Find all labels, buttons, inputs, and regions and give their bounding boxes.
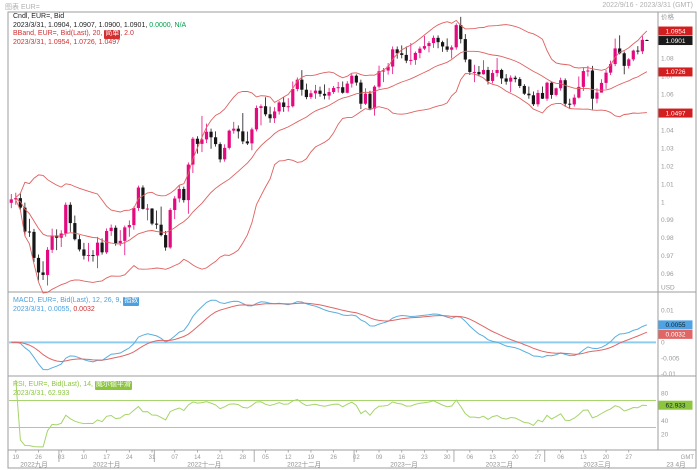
macd-panel-legend: MACD, EUR=, Bid(Last), 12, 26, 9, 指数 202… xyxy=(13,297,140,314)
svg-text:1: 1 xyxy=(661,199,665,206)
svg-text:26: 26 xyxy=(330,455,337,461)
bband-legend-values: 2023/3/31, 1.0954, 1.0726, 1.0497 xyxy=(13,38,121,46)
svg-text:05: 05 xyxy=(262,455,269,461)
svg-text:-0.005: -0.005 xyxy=(661,355,680,362)
svg-text:12: 12 xyxy=(285,455,292,461)
date-axis: 19 26 03 10 17 24 31 07 14 21 28 05 12 19 26 02 09 16 23 30… xyxy=(12,450,694,469)
svg-text:21: 21 xyxy=(217,455,224,461)
svg-text:0.98: 0.98 xyxy=(661,235,674,242)
svg-text:1.06: 1.06 xyxy=(661,92,674,99)
macd-axis: 0.010.0050-0.005-0.010.00550.0032 xyxy=(658,308,693,378)
svg-text:31: 31 xyxy=(149,455,156,461)
svg-text:1.0726: 1.0726 xyxy=(666,69,686,76)
svg-text:62.933: 62.933 xyxy=(666,403,686,410)
chart-canvas: 价格1.091.081.071.061.051.041.031.021.0110… xyxy=(7,11,697,469)
svg-text:2022十二月: 2022十二月 xyxy=(287,460,321,469)
price-badge: 1.0726 xyxy=(658,67,693,77)
main-panel-legend: Cndl, EUR=, Bid 2023/3/31, 1.0904, 1.090… xyxy=(13,13,186,47)
price-badge: 1.0954 xyxy=(658,26,693,36)
candle-legend-change: 0.0000, N/A xyxy=(149,21,187,29)
rsi-smoothing-chip: 威尔德平滑 xyxy=(94,381,132,390)
svg-text:2022十一月: 2022十一月 xyxy=(187,460,221,469)
bband-ma-type-chip: 简单 xyxy=(104,30,121,39)
svg-text:1.0954: 1.0954 xyxy=(666,28,686,35)
svg-text:价格: 价格 xyxy=(661,12,675,21)
svg-text:1.03: 1.03 xyxy=(661,145,674,152)
svg-text:13: 13 xyxy=(489,455,496,461)
svg-text:1.0497: 1.0497 xyxy=(666,110,686,117)
svg-text:0.99: 0.99 xyxy=(661,217,674,224)
svg-text:30: 30 xyxy=(444,455,451,461)
rsi-legend-value: 2023/3/31, 62.933 xyxy=(13,389,70,397)
svg-text:1.04: 1.04 xyxy=(661,127,674,134)
svg-text:1.01: 1.01 xyxy=(661,181,674,188)
svg-text:16: 16 xyxy=(398,455,405,461)
svg-text:09: 09 xyxy=(376,455,383,461)
svg-text:06: 06 xyxy=(557,455,564,461)
svg-text:40: 40 xyxy=(661,418,669,425)
svg-text:07: 07 xyxy=(171,455,178,461)
svg-text:80: 80 xyxy=(661,391,669,398)
svg-text:0.01: 0.01 xyxy=(661,308,674,315)
svg-text:27: 27 xyxy=(535,455,542,461)
svg-text:20: 20 xyxy=(512,455,519,461)
svg-text:28: 28 xyxy=(239,455,246,461)
candle-legend-values: 2023/3/31, 1.0904, 1.0907, 1.0900, 1.090… xyxy=(13,21,148,29)
svg-text:20: 20 xyxy=(603,455,610,461)
macd-ma-type-chip: 指数 xyxy=(123,297,140,306)
svg-text:0.96: 0.96 xyxy=(661,271,674,278)
svg-text:1.08: 1.08 xyxy=(661,56,674,63)
svg-text:0.0032: 0.0032 xyxy=(666,332,686,339)
svg-text:2022十月: 2022十月 xyxy=(93,460,120,469)
svg-text:19: 19 xyxy=(308,455,315,461)
svg-text:23: 23 xyxy=(421,455,428,461)
svg-text:14: 14 xyxy=(194,455,201,461)
svg-text:10: 10 xyxy=(81,455,88,461)
svg-text:20: 20 xyxy=(661,431,669,438)
svg-text:23 4月: 23 4月 xyxy=(666,461,685,469)
svg-text:1.02: 1.02 xyxy=(661,163,674,170)
candle-legend-title: Cndl, EUR=, Bid xyxy=(13,13,65,20)
bband-legend-title: BBand, EUR=, Bid(Last), 20, xyxy=(13,30,103,38)
svg-text:26: 26 xyxy=(35,455,42,461)
macd-badge: 0.0055 xyxy=(658,320,693,330)
svg-text:2023一月: 2023一月 xyxy=(390,461,417,469)
svg-text:24: 24 xyxy=(126,455,133,461)
macd-legend-title: MACD, EUR=, Bid(Last), 12, 26, 9, xyxy=(13,297,122,304)
svg-text:0.0055: 0.0055 xyxy=(666,322,686,329)
svg-text:2023二月: 2023二月 xyxy=(486,461,513,469)
svg-text:06: 06 xyxy=(467,455,474,461)
price-axis: 价格1.091.081.071.061.051.041.031.021.0110… xyxy=(658,12,693,292)
macd-signal-value: 0.0032 xyxy=(73,305,95,313)
svg-text:13: 13 xyxy=(580,455,587,461)
svg-text:1.0901: 1.0901 xyxy=(666,38,686,45)
chart-window: 图表 EUR= 2022/9/16 - 2023/3/31 (GMT) 价格 1.… xyxy=(0,0,697,470)
main-plot-area[interactable] xyxy=(9,12,656,292)
bband-legend-width: , 2.0 xyxy=(120,30,134,38)
macd-legend-value: 2023/3/31, 0.0055, xyxy=(13,305,72,313)
svg-text:27: 27 xyxy=(625,455,632,461)
svg-text:17: 17 xyxy=(103,455,110,461)
svg-text:0.97: 0.97 xyxy=(661,253,674,260)
rsi-axis: 8060402062.933 xyxy=(658,391,693,438)
macd-badge: 0.0032 xyxy=(658,329,693,339)
svg-text:0: 0 xyxy=(661,339,665,346)
svg-text:2022九月: 2022九月 xyxy=(20,460,47,469)
price-badge: 1.0497 xyxy=(658,108,693,118)
svg-text:GMT: GMT xyxy=(681,455,695,461)
rsi-badge: 62.933 xyxy=(658,400,693,410)
svg-text:19: 19 xyxy=(12,455,19,461)
svg-text:USD: USD xyxy=(661,285,675,292)
rsi-panel-legend: RSI, EUR=, Bid(Last), 14, 威尔德平滑 2023/3/3… xyxy=(13,381,132,398)
rsi-legend-title: RSI, EUR=, Bid(Last), 14, xyxy=(13,381,93,388)
svg-text:2023三月: 2023三月 xyxy=(583,461,610,469)
svg-text:-0.01: -0.01 xyxy=(661,371,676,378)
price-badge: 1.0901 xyxy=(658,36,693,46)
